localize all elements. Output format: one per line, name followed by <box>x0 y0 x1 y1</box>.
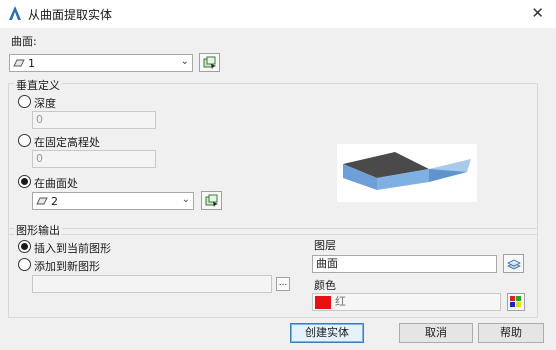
fixed-elevation-radio[interactable] <box>18 134 31 147</box>
surface-icon <box>36 197 48 205</box>
add-new-drawing-radio[interactable] <box>18 258 31 271</box>
browse-button[interactable]: ... <box>276 277 290 291</box>
surface-icon <box>13 59 25 67</box>
color-label: 颜色 <box>314 279 336 292</box>
cancel-button[interactable]: 取消 <box>399 323 473 343</box>
select-target-surface-button[interactable] <box>201 191 222 210</box>
at-surface-select[interactable]: 2 ⌄ <box>32 192 194 210</box>
fixed-elevation-label: 在固定高程处 <box>34 136 100 149</box>
insert-current-drawing-label: 插入到当前图形 <box>34 242 111 255</box>
graphic-output-title: 图形输出 <box>14 222 62 238</box>
at-surface-select-value: 2 <box>51 195 58 208</box>
depth-label: 深度 <box>34 97 56 110</box>
color-picker-button[interactable] <box>507 293 525 311</box>
dialog-body: 曲面: 1 ⌄ 垂直定义 深度 0 在固定高程处 0 在曲面处 2 ⌄ 图形输出… <box>0 28 556 350</box>
at-surface-radio[interactable] <box>18 175 31 188</box>
surface-select[interactable]: 1 ⌄ <box>9 54 193 72</box>
surface-select-value: 1 <box>28 57 35 70</box>
layer-label: 图层 <box>314 239 336 252</box>
new-drawing-path-input[interactable] <box>32 275 272 293</box>
close-icon[interactable]: ✕ <box>531 4 544 22</box>
color-palette-icon <box>510 296 521 307</box>
select-objects-icon <box>203 56 216 69</box>
select-surface-button[interactable] <box>199 53 220 72</box>
chevron-down-icon: ⌄ <box>180 56 189 67</box>
create-solid-button[interactable]: 创建实体 <box>290 323 364 343</box>
surface-label: 曲面: <box>11 35 37 48</box>
title-bar: 从曲面提取实体 ✕ <box>0 0 556 28</box>
layer-input[interactable]: 曲面 <box>312 255 497 273</box>
select-objects-icon <box>205 194 218 207</box>
window-title: 从曲面提取实体 <box>28 8 113 22</box>
fixed-elevation-input[interactable]: 0 <box>32 150 156 168</box>
solid-preview-image <box>343 152 471 190</box>
layers-icon <box>507 259 521 270</box>
solid-preview <box>337 144 477 202</box>
color-select[interactable]: 红 <box>312 293 501 311</box>
insert-current-drawing-radio[interactable] <box>18 240 31 253</box>
autocad-a-icon <box>9 6 21 20</box>
color-value: 红 <box>335 295 346 308</box>
add-new-drawing-label: 添加到新图形 <box>34 260 100 273</box>
depth-radio[interactable] <box>18 95 31 108</box>
vertical-definition-title: 垂直定义 <box>14 77 62 93</box>
depth-input[interactable]: 0 <box>32 111 156 129</box>
layer-button[interactable] <box>503 254 524 273</box>
help-button[interactable]: 帮助 <box>478 323 544 343</box>
chevron-down-icon: ⌄ <box>181 194 190 205</box>
color-swatch <box>315 296 331 309</box>
at-surface-label: 在曲面处 <box>34 177 78 190</box>
